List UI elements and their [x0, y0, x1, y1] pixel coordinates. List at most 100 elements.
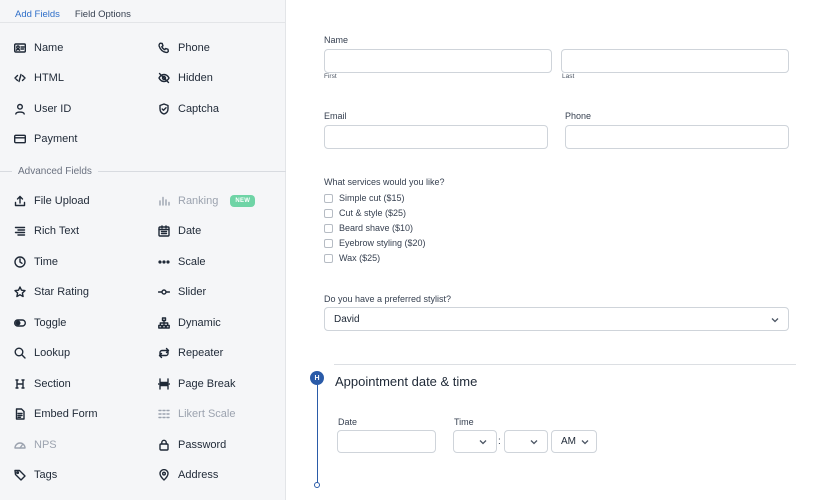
field-embed-form-label: Embed Form: [34, 408, 98, 420]
field-slider[interactable]: Slider: [158, 282, 206, 302]
field-nps-label: NPS: [34, 439, 57, 451]
chevron-down-icon: [479, 438, 487, 446]
sidebar-tabs: Add Fields Field Options: [15, 9, 131, 20]
tab-add-fields[interactable]: Add Fields: [15, 9, 60, 20]
field-user-id-label: User ID: [34, 103, 72, 115]
time-separator: :: [498, 436, 501, 447]
field-repeater[interactable]: Repeater: [158, 343, 223, 363]
field-likert-scale-label: Likert Scale: [178, 408, 236, 420]
lock-icon: [158, 439, 170, 451]
field-phone[interactable]: Phone: [158, 38, 210, 58]
field-hidden[interactable]: Hidden: [158, 68, 213, 88]
field-time-label: Time: [34, 256, 59, 268]
field-address-label: Address: [178, 469, 219, 481]
stylist-select[interactable]: David: [324, 307, 789, 331]
field-dynamic-label: Dynamic: [178, 317, 221, 329]
field-embed-form[interactable]: Embed Form: [14, 404, 98, 424]
bar-chart-icon: [158, 195, 170, 207]
field-address[interactable]: Address: [158, 465, 218, 485]
service-option[interactable]: Wax ($25): [324, 252, 380, 264]
service-option-label: Simple cut ($15): [339, 193, 405, 203]
ampm-select[interactable]: AM: [551, 430, 597, 453]
tab-field-options[interactable]: Field Options: [75, 9, 131, 20]
field-rich-text-label: Rich Text: [34, 225, 80, 237]
name-label: Name: [324, 35, 349, 45]
field-html[interactable]: HTML: [14, 68, 64, 88]
field-page-break[interactable]: Page Break: [158, 374, 235, 394]
toggle-icon: [14, 317, 26, 329]
field-password[interactable]: Password: [158, 435, 226, 455]
field-date[interactable]: Date: [158, 221, 201, 241]
eye-off-icon: [158, 72, 170, 84]
field-repeater-label: Repeater: [178, 347, 224, 359]
field-name[interactable]: Name: [14, 38, 63, 58]
field-payment[interactable]: Payment: [14, 129, 77, 149]
field-file-upload[interactable]: File Upload: [14, 191, 90, 211]
field-html-label: HTML: [34, 72, 64, 84]
field-captcha[interactable]: Captcha: [158, 99, 219, 119]
field-tags[interactable]: Tags: [14, 465, 57, 485]
upload-icon: [14, 195, 26, 207]
field-time[interactable]: Time: [14, 252, 58, 272]
user-icon: [14, 103, 26, 115]
last-name-sublabel: Last: [562, 73, 575, 80]
advanced-fields-heading: Advanced Fields: [0, 163, 286, 179]
field-section[interactable]: Section: [14, 374, 71, 394]
field-toggle[interactable]: Toggle: [14, 313, 66, 333]
phone-icon: [158, 42, 170, 54]
phone-input[interactable]: [565, 125, 789, 149]
stylist-selected-value: David: [334, 313, 360, 325]
service-option[interactable]: Cut & style ($25): [324, 207, 406, 219]
heading-icon: [14, 378, 26, 390]
field-file-upload-label: File Upload: [34, 195, 90, 207]
chevron-down-icon: [581, 438, 589, 446]
gauge-icon: [14, 439, 26, 451]
field-star-rating[interactable]: Star Rating: [14, 282, 89, 302]
phone-label: Phone: [565, 111, 592, 121]
field-likert-scale[interactable]: Likert Scale: [158, 404, 235, 424]
field-section-label: Section: [34, 378, 71, 390]
service-option[interactable]: Simple cut ($15): [324, 192, 405, 204]
field-star-rating-label: Star Rating: [34, 286, 90, 298]
checkbox[interactable]: [324, 223, 333, 233]
checkbox[interactable]: [324, 208, 333, 218]
email-input[interactable]: [324, 125, 548, 149]
section-marker-icon[interactable]: H: [310, 371, 324, 385]
field-rich-text[interactable]: Rich Text: [14, 221, 79, 241]
date-input[interactable]: [337, 430, 436, 453]
field-palette-sidebar: Add Fields Field Options Name HTML User …: [0, 0, 286, 500]
service-option[interactable]: Beard shave ($10): [324, 222, 413, 234]
service-option[interactable]: Eyebrow styling ($20): [324, 237, 426, 249]
first-name-input[interactable]: [324, 49, 552, 73]
code-icon: [14, 72, 26, 84]
field-hidden-label: Hidden: [178, 72, 213, 84]
field-scale[interactable]: Scale: [158, 252, 206, 272]
time-label: Time: [454, 417, 474, 427]
field-nps[interactable]: NPS: [14, 435, 57, 455]
section-end-dot: [314, 482, 320, 488]
align-right-icon: [14, 225, 26, 237]
chevron-down-icon: [771, 316, 779, 324]
hour-select[interactable]: [453, 430, 497, 453]
star-icon: [14, 286, 26, 298]
field-captcha-label: Captcha: [178, 103, 219, 115]
service-option-label: Cut & style ($25): [339, 208, 407, 218]
minute-select[interactable]: [504, 430, 548, 453]
last-name-input[interactable]: [561, 49, 789, 73]
checkbox[interactable]: [324, 193, 333, 203]
slider-icon: [158, 286, 170, 298]
grid-dots-icon: [158, 408, 170, 420]
map-pin-icon: [158, 469, 170, 481]
field-ranking[interactable]: Ranking NEW: [158, 191, 256, 211]
id-card-icon: [14, 42, 26, 54]
checkbox[interactable]: [324, 253, 333, 263]
field-toggle-label: Toggle: [34, 317, 67, 329]
date-label: Date: [338, 417, 358, 427]
search-icon: [14, 347, 26, 359]
tabs-divider: [0, 22, 286, 23]
field-user-id[interactable]: User ID: [14, 99, 71, 119]
advanced-fields-label: Advanced Fields: [18, 165, 92, 177]
field-lookup[interactable]: Lookup: [14, 343, 70, 363]
checkbox[interactable]: [324, 238, 333, 248]
field-dynamic[interactable]: Dynamic: [158, 313, 221, 333]
